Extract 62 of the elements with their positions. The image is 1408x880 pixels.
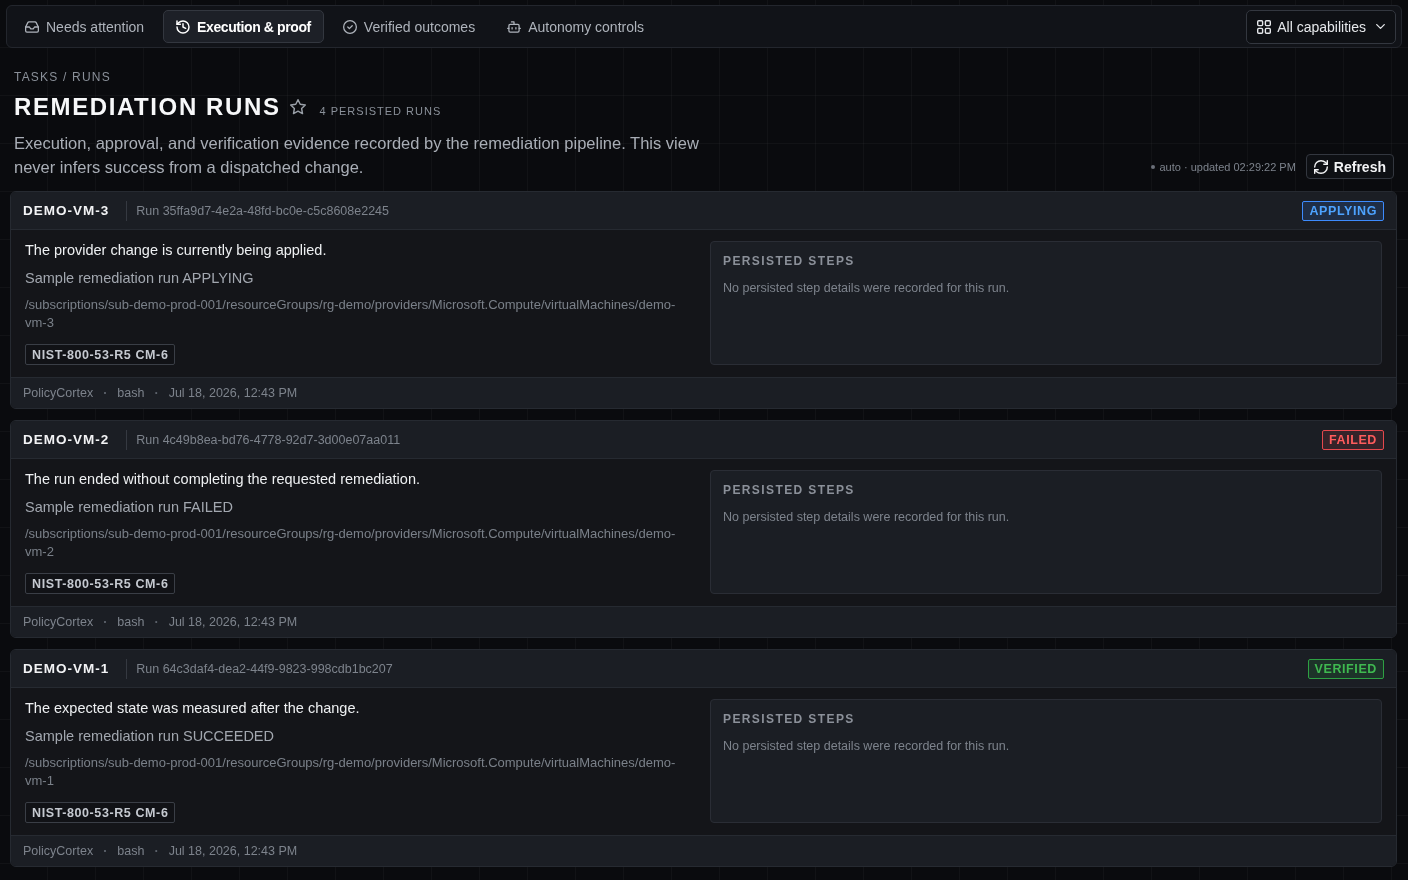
run-id: Run 64c3daf4-dea2-44f9-9823-998cdb1bc207 [136,661,393,676]
nav-tab[interactable]: Execution & proof [163,10,324,43]
meta-text: bash [117,844,145,858]
run-summary: The run ended without completing the requested remediation. [25,470,420,488]
separator: · [153,844,160,858]
meta-text: PolicyCortex [23,844,94,858]
panel-heading: PERSISTED STEPS [723,253,856,269]
status-badge: APPLYING [1302,200,1384,221]
meta-text: Jul 18, 2026, 12:43 PM [168,386,298,400]
vm-name: DEMO-VM-1 [23,661,110,676]
check-circle-icon [342,19,357,34]
run-summary: The provider change is currently being applied. [25,241,327,259]
meta-text: bash [117,386,145,400]
meta-text: bash [117,615,145,629]
run-summary: The expected state was measured after the change. [25,699,360,717]
empty-message: No persisted step details were recorded for this run. [723,280,1011,297]
meta-text: PolicyCortex [23,386,94,400]
control-tag: NIST-800-53-R5 CM-6 [25,344,176,365]
meta-text: Jul 18, 2026, 12:43 PM [168,844,298,858]
resource-path: /subscriptions/sub-demo-prod-001/resourceGroups/rg-demo/providers/Microsoft.Compute/virtualMachines/demo-vm-2 [25,525,677,561]
refresh-button[interactable]: Refresh [1305,154,1394,179]
status-dot-icon [1151,164,1156,169]
vm-name: DEMO-VM-3 [23,203,110,218]
run-id: Run 4c49b8ea-bd76-4778-92d7-3d00e07aa011 [136,432,401,447]
separator: · [102,615,109,629]
inbox-icon [25,19,39,34]
nav-tab[interactable]: Needs attention [12,10,158,43]
chevron-down-icon [1376,24,1385,29]
page-title: REMEDIATION RUNS [14,92,281,122]
nav-tab[interactable]: Verified outcomes [329,10,489,43]
run-detail: Sample remediation run FAILED [25,498,233,516]
star-icon[interactable] [289,99,306,115]
status-badge: VERIFIED [1307,658,1384,679]
run-count: 4 PERSISTED RUNS [319,105,442,117]
meta-text: Jul 18, 2026, 12:43 PM [168,615,298,629]
empty-message: No persisted step details were recorded for this run. [723,738,1011,755]
control-tag: NIST-800-53-R5 CM-6 [25,573,176,594]
history-icon [176,19,191,34]
nav-tab[interactable]: Autonomy controls [494,10,658,43]
run-detail: Sample remediation run APPLYING [25,269,254,287]
page-description: Execution, approval, and verification evidence recorded by the remediation pipeline. This view never infers success from a dispatched change. [14,133,700,178]
meta-text: PolicyCortex [23,615,94,629]
refresh-icon [1313,159,1328,174]
run-detail: Sample remediation run SUCCEEDED [25,727,274,745]
grid-icon [1257,19,1272,34]
panel-heading: PERSISTED STEPS [723,711,856,727]
separator: · [153,615,160,629]
sync-status: auto · updated 02:29:22 PM [1159,160,1296,173]
separator: · [102,844,109,858]
separator: · [102,386,109,400]
status-badge: FAILED [1321,429,1384,450]
empty-message: No persisted step details were recorded for this run. [723,509,1011,526]
resource-path: /subscriptions/sub-demo-prod-001/resourceGroups/rg-demo/providers/Microsoft.Compute/virtualMachines/demo-vm-1 [25,754,677,790]
panel-heading: PERSISTED STEPS [723,482,856,498]
robot-icon [507,19,522,34]
capabilities-dropdown[interactable]: All capabilities [1246,9,1396,44]
separator: · [153,386,160,400]
vm-name: DEMO-VM-2 [23,432,110,447]
run-id: Run 35ffa9d7-4e2a-48fd-bc0e-c5c8608e2245 [136,203,389,218]
control-tag: NIST-800-53-R5 CM-6 [25,802,176,823]
resource-path: /subscriptions/sub-demo-prod-001/resourceGroups/rg-demo/providers/Microsoft.Compute/virtualMachines/demo-vm-3 [25,296,677,332]
breadcrumb: TASKS / RUNS [14,69,112,85]
